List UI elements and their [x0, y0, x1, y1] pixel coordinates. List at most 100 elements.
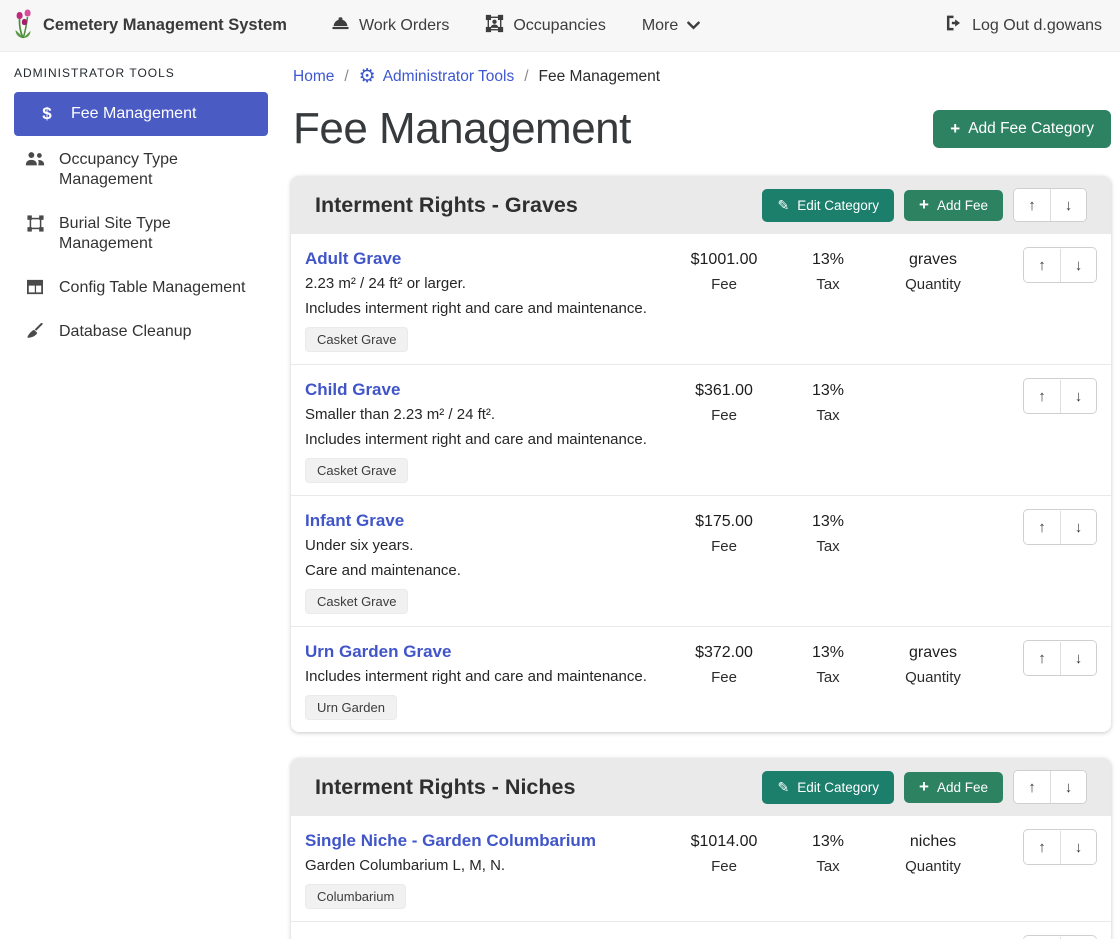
fee-amount: $175.00	[665, 510, 783, 534]
category-header: Interment Rights - Niches ✎ Edit Categor…	[291, 758, 1111, 816]
fee-description: 2.23 m² / 24 ft² or larger.	[305, 272, 655, 296]
chevron-down-icon	[687, 17, 700, 35]
tax-label: Tax	[783, 273, 873, 297]
tax-block: 13% Tax	[783, 935, 873, 939]
fee-amount-block: $175.00 Fee	[665, 509, 783, 559]
tax-block: 13% Tax	[783, 378, 873, 428]
breadcrumb-separator: /	[344, 68, 348, 86]
fee-name-link[interactable]: Adult Grave	[305, 247, 401, 271]
pencil-icon: ✎	[777, 197, 789, 214]
fee-row: Infant Grave Under six years. Care and m…	[291, 495, 1111, 626]
move-category-up-button[interactable]: ↑	[1014, 189, 1050, 221]
move-fee-down-button[interactable]: ↓	[1060, 642, 1096, 675]
fee-row: Adult Grave 2.23 m² / 24 ft² or larger. …	[291, 234, 1111, 364]
hard-hat-icon	[331, 14, 350, 37]
add-fee-button[interactable]: + Add Fee	[904, 772, 1003, 803]
nav-more[interactable]: More	[628, 9, 714, 43]
fee-name-link[interactable]: Child Grave	[305, 378, 400, 402]
app-brand[interactable]: Cemetery Management System	[12, 9, 287, 43]
quantity-value: graves	[873, 641, 993, 665]
fee-amount: $361.00	[665, 379, 783, 403]
quantity-block	[873, 378, 993, 379]
breadcrumb-home-link[interactable]: Home	[293, 68, 334, 86]
move-fee-up-button[interactable]: ↑	[1024, 642, 1060, 675]
page-title: Fee Management	[293, 104, 631, 154]
sidebar-item-label: Burial Site Type Management	[59, 214, 258, 254]
quantity-value: graves	[873, 248, 993, 272]
quantity-block: niches Quantity	[873, 935, 993, 939]
add-fee-label: Add Fee	[937, 198, 988, 213]
category-title: Interment Rights - Graves	[315, 193, 752, 218]
fee-reorder-group: ↑ ↓	[1023, 829, 1097, 865]
fee-name-link[interactable]: Urn Garden Grave	[305, 640, 451, 664]
add-fee-category-button[interactable]: + Add Fee Category	[933, 110, 1111, 148]
fee-row: Companion Niche - Garden Columbarium Gar…	[291, 921, 1111, 939]
quantity-block	[873, 509, 993, 510]
quantity-block: niches Quantity	[873, 829, 993, 879]
fee-amount-block: $372.00 Fee	[665, 640, 783, 690]
tax-label: Tax	[783, 666, 873, 690]
sidebar-item-fee-management[interactable]: $ Fee Management	[14, 92, 268, 136]
fee-amount-block: $361.00 Fee	[665, 378, 783, 428]
plus-icon: +	[919, 198, 929, 212]
fee-description: Care and maintenance.	[305, 559, 655, 583]
move-fee-down-button[interactable]: ↓	[1060, 380, 1096, 413]
nav-work-orders-label: Work Orders	[359, 17, 449, 35]
move-fee-down-button[interactable]: ↓	[1060, 249, 1096, 282]
sidebar-item-occupancy-type-management[interactable]: Occupancy Type Management	[14, 140, 268, 200]
category-header: Interment Rights - Graves ✎ Edit Categor…	[291, 176, 1111, 234]
app-title: Cemetery Management System	[43, 16, 287, 35]
tax-block: 13% Tax	[783, 640, 873, 690]
move-fee-up-button[interactable]: ↑	[1024, 380, 1060, 413]
move-fee-up-button[interactable]: ↑	[1024, 249, 1060, 282]
tax-block: 13% Tax	[783, 509, 873, 559]
sidebar-item-label: Database Cleanup	[59, 322, 192, 342]
move-category-down-button[interactable]: ↓	[1050, 189, 1086, 221]
logout-button[interactable]: Log Out d.gowans	[944, 14, 1102, 37]
sidebar-item-config-table-management[interactable]: Config Table Management	[14, 268, 268, 308]
fee-description: Smaller than 2.23 m² / 24 ft².	[305, 403, 655, 427]
fee-reorder-group: ↑ ↓	[1023, 378, 1097, 414]
fee-type-badge: Casket Grave	[305, 589, 408, 614]
sidebar-item-database-cleanup[interactable]: Database Cleanup	[14, 312, 268, 352]
tax-value: 13%	[783, 248, 873, 272]
top-navbar: Cemetery Management System Work Orders O…	[0, 0, 1120, 52]
plus-icon: +	[950, 122, 960, 136]
tax-value: 13%	[783, 641, 873, 665]
move-category-up-button[interactable]: ↑	[1014, 771, 1050, 803]
fee-name-link[interactable]: Single Niche - Garden Columbarium	[305, 829, 596, 853]
breadcrumb-admin-tools-label: Administrator Tools	[383, 68, 515, 86]
fee-name-link[interactable]: Companion Niche - Garden Columbarium	[305, 935, 638, 939]
move-fee-down-button[interactable]: ↓	[1060, 511, 1096, 544]
nav-occupancies[interactable]: Occupancies	[471, 6, 620, 46]
breadcrumb: Home / ⚙ Administrator Tools / Fee Manag…	[291, 66, 1111, 86]
fee-name-link[interactable]: Infant Grave	[305, 509, 404, 533]
quantity-value: niches	[873, 830, 993, 854]
move-fee-down-button[interactable]: ↓	[1060, 831, 1096, 864]
move-category-down-button[interactable]: ↓	[1050, 771, 1086, 803]
logout-label: Log Out d.gowans	[972, 17, 1102, 35]
fee-amount-block: $1001.00 Fee	[665, 247, 783, 297]
occupancies-icon	[485, 14, 504, 38]
fee-row: Urn Garden Grave Includes interment righ…	[291, 626, 1111, 732]
fee-reorder-group: ↑ ↓	[1023, 247, 1097, 283]
edit-category-button[interactable]: ✎ Edit Category	[762, 771, 894, 804]
dollar-icon: $	[36, 104, 58, 123]
fee-reorder-group: ↑ ↓	[1023, 509, 1097, 545]
nav-work-orders[interactable]: Work Orders	[317, 6, 463, 45]
edit-category-button[interactable]: ✎ Edit Category	[762, 189, 894, 222]
vector-square-icon	[24, 214, 46, 232]
quantity-block: graves Quantity	[873, 640, 993, 690]
move-fee-up-button[interactable]: ↑	[1024, 511, 1060, 544]
fee-category-card: Interment Rights - Niches ✎ Edit Categor…	[291, 758, 1111, 939]
sidebar-item-burial-site-type-management[interactable]: Burial Site Type Management	[14, 204, 268, 264]
tax-value: 13%	[783, 379, 873, 403]
breadcrumb-admin-tools-link[interactable]: ⚙ Administrator Tools	[359, 68, 515, 86]
fee-amount: $1001.00	[665, 248, 783, 272]
move-fee-up-button[interactable]: ↑	[1024, 831, 1060, 864]
fee-type-badge: Casket Grave	[305, 458, 408, 483]
add-fee-button[interactable]: + Add Fee	[904, 190, 1003, 221]
category-reorder-group: ↑ ↓	[1013, 188, 1087, 222]
fee-label: Fee	[665, 855, 783, 879]
fee-description: Includes interment right and care and ma…	[305, 665, 655, 689]
